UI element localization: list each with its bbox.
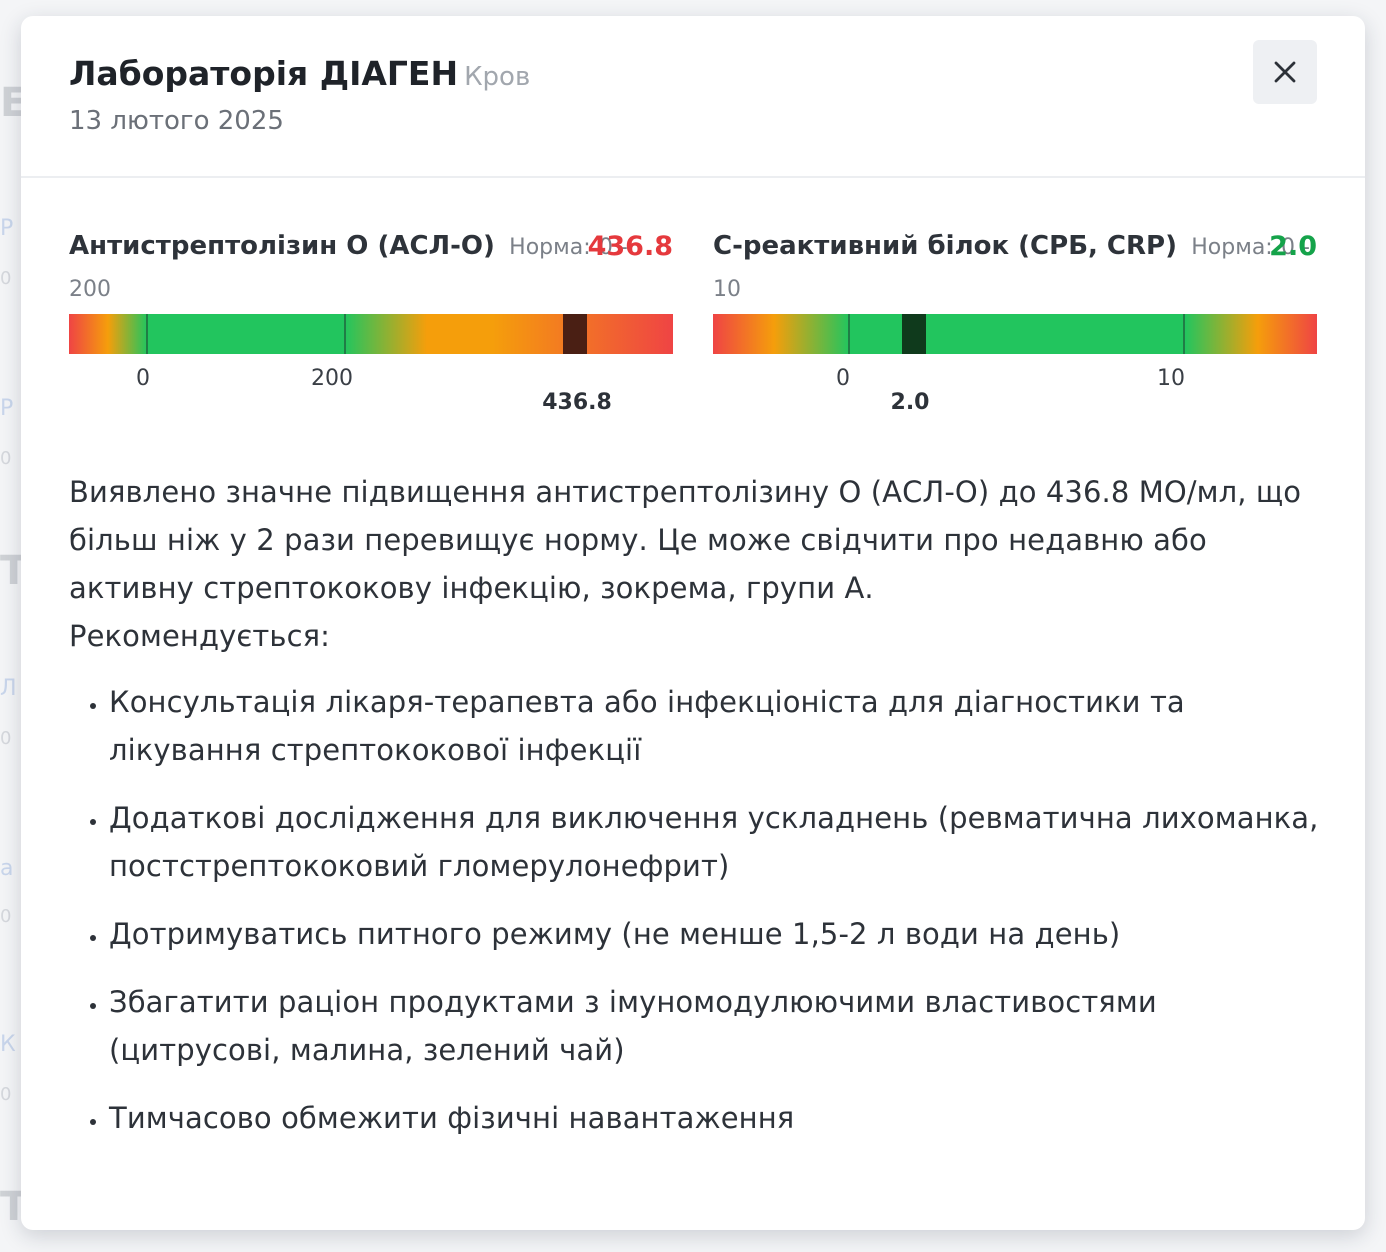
metric-header: С-реактивний білок (СРБ, CRP) Норма: 0 -…: [713, 226, 1317, 308]
background-fragment: Л: [0, 676, 17, 701]
range-divider: [146, 314, 148, 354]
list-item: Тимчасово обмежити фізичні навантаження: [109, 1094, 1329, 1142]
lab-name: Лабораторія ДІАГЕН: [69, 54, 459, 93]
range-segment-high: [1185, 314, 1317, 354]
metric-aso: Антистрептолізин О (АСЛ-О) Норма: 0 - 20…: [69, 226, 673, 415]
range-segment-high: [345, 314, 673, 354]
range-bar: 0 10 2.0: [713, 314, 1317, 415]
tick-label: 0: [136, 366, 150, 391]
tick-label: 200: [311, 366, 353, 391]
range-segment-low: [69, 314, 147, 354]
background-fragment: 0: [0, 448, 12, 469]
lab-result-modal: Лабораторія ДІАГЕН Кров 13 лютого 2025 Ан…: [21, 16, 1365, 1230]
tick-label: 0: [836, 366, 850, 391]
value-label: 436.8: [542, 390, 612, 415]
value-marker: [902, 314, 926, 354]
background-fragment: 0: [0, 728, 12, 749]
background-fragment: 0: [0, 1084, 12, 1105]
background-fragment: 0: [0, 268, 12, 289]
metric-value: 2.0: [1269, 231, 1317, 262]
range-bar: 0 200 436.8: [69, 314, 673, 415]
metric-header: Антистрептолізин О (АСЛ-О) Норма: 0 - 20…: [69, 226, 673, 308]
result-date: 13 лютого 2025: [69, 106, 284, 136]
tick-label: 10: [1157, 366, 1185, 391]
result-description: Виявлено значне підвищення антистрептолі…: [69, 468, 1329, 1162]
range-segment-normal: [849, 314, 1185, 354]
range-segment-low: [713, 314, 849, 354]
close-icon: [1274, 61, 1296, 83]
list-item: Дотримуватись питного режиму (не менше 1…: [109, 910, 1329, 958]
recommend-heading: Рекомендується:: [69, 619, 331, 653]
modal-title: Лабораторія ДІАГЕН Кров: [69, 54, 530, 93]
metric-crp: С-реактивний білок (СРБ, CRP) Норма: 0 -…: [713, 226, 1317, 415]
metric-name: С-реактивний білок (СРБ, CRP): [713, 231, 1177, 261]
range-divider: [848, 314, 850, 354]
background-fragment: Р: [0, 216, 14, 241]
norm-label: Норма:: [509, 235, 591, 260]
list-item: Консультація лікаря-терапевта або інфекц…: [109, 678, 1329, 774]
description-paragraph: Виявлено значне підвищення антистрептолі…: [69, 475, 1302, 605]
sample-type: Кров: [464, 62, 531, 92]
background-fragment: 0: [0, 906, 12, 927]
list-item: Додаткові дослідження для виключення уск…: [109, 794, 1329, 890]
norm-label: Норма:: [1191, 235, 1273, 260]
background-fragment: а: [0, 856, 14, 881]
range-segment-normal: [147, 314, 345, 354]
range-divider: [1183, 314, 1185, 354]
range-divider: [344, 314, 346, 354]
recommendations-list: Консультація лікаря-терапевта або інфекц…: [69, 678, 1329, 1142]
metric-name: Антистрептолізин О (АСЛ-О): [69, 231, 495, 261]
value-label: 2.0: [890, 390, 930, 415]
modal-header: Лабораторія ДІАГЕН Кров 13 лютого 2025: [21, 16, 1365, 178]
metric-value: 436.8: [587, 231, 673, 262]
close-button[interactable]: [1253, 40, 1317, 104]
background-fragment: К: [0, 1032, 16, 1057]
list-item: Збагатити раціон продуктами з імуномодул…: [109, 978, 1329, 1074]
value-marker: [563, 314, 587, 354]
background-fragment: Р: [0, 396, 14, 421]
